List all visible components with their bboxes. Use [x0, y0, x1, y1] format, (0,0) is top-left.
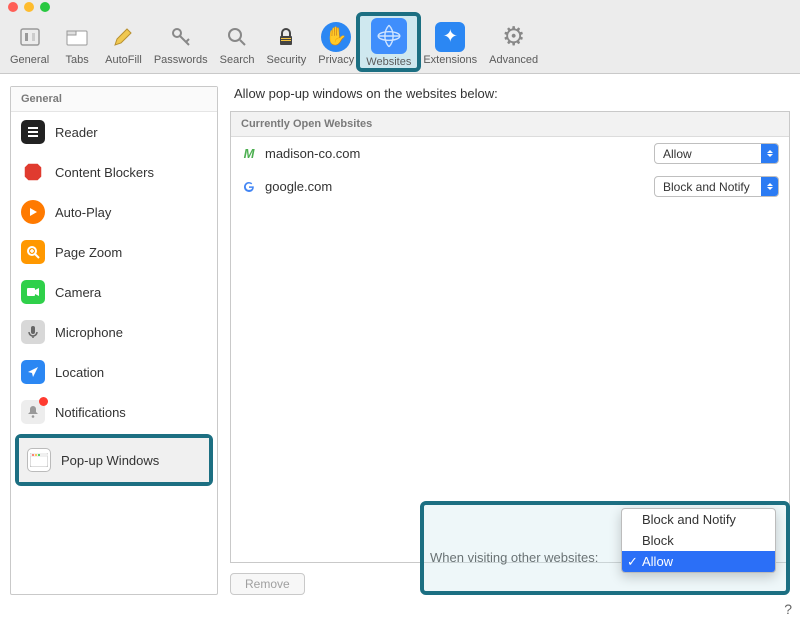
- globe-icon: [371, 18, 407, 54]
- select-stepper-icon: [761, 177, 778, 196]
- sidebar-item-label: Content Blockers: [55, 165, 154, 180]
- content-pane: Allow pop-up windows on the websites bel…: [230, 86, 790, 595]
- remove-button[interactable]: Remove: [230, 573, 305, 595]
- sidebar-item-label: Auto-Play: [55, 205, 111, 220]
- camera-icon: [21, 280, 45, 304]
- dropdown-option[interactable]: Block: [622, 530, 775, 551]
- sidebar-item-camera[interactable]: Camera: [11, 272, 217, 312]
- sidebar-item-page-zoom[interactable]: Page Zoom: [11, 232, 217, 272]
- zoom-window-button[interactable]: [40, 2, 50, 12]
- notification-badge: [39, 397, 48, 406]
- sidebar-item-label: Page Zoom: [55, 245, 122, 260]
- website-row[interactable]: M madison-co.com Allow: [231, 137, 789, 170]
- toolbar-advanced[interactable]: ⚙ Advanced: [483, 14, 544, 74]
- site-domain: google.com: [265, 179, 646, 194]
- sidebar-item-microphone[interactable]: Microphone: [11, 312, 217, 352]
- toolbar-label: AutoFill: [105, 54, 142, 66]
- tabs-icon: [62, 22, 92, 52]
- dropdown-option-selected[interactable]: Allow: [622, 551, 775, 572]
- toolbar-label: Advanced: [489, 54, 538, 66]
- sidebar: General Reader Content Blockers Auto-Pla…: [10, 86, 218, 595]
- sidebar-item-auto-play[interactable]: Auto-Play: [11, 192, 217, 232]
- toolbar-label: Search: [220, 54, 255, 66]
- hand-icon: ✋: [321, 22, 351, 52]
- toolbar-passwords[interactable]: Passwords: [148, 14, 214, 74]
- sidebar-item-content-blockers[interactable]: Content Blockers: [11, 152, 217, 192]
- toolbar-label: Security: [266, 54, 306, 66]
- toolbar-label: Tabs: [66, 54, 89, 66]
- other-websites-label: When visiting other websites:: [430, 550, 598, 565]
- switches-icon: [15, 22, 45, 52]
- play-icon: [21, 200, 45, 224]
- site-setting-select[interactable]: Allow: [654, 143, 779, 164]
- preferences-toolbar: General Tabs AutoFill Passwords Search S…: [0, 14, 800, 74]
- microphone-icon: [21, 320, 45, 344]
- other-websites-dropdown[interactable]: Block and Notify Block Allow: [621, 508, 776, 573]
- toolbar-label: Websites: [366, 56, 411, 68]
- dropdown-option[interactable]: Block and Notify: [622, 509, 775, 530]
- select-value: Block and Notify: [655, 180, 761, 194]
- site-setting-select[interactable]: Block and Notify: [654, 176, 779, 197]
- sidebar-popup-highlight: Pop-up Windows: [15, 434, 213, 486]
- main-area: General Reader Content Blockers Auto-Pla…: [0, 74, 800, 607]
- toolbar-security[interactable]: Security: [260, 14, 312, 74]
- zoom-icon: [21, 240, 45, 264]
- sidebar-item-location[interactable]: Location: [11, 352, 217, 392]
- sidebar-item-label: Reader: [55, 125, 98, 140]
- minimize-window-button[interactable]: [24, 2, 34, 12]
- toolbar-label: Extensions: [423, 54, 477, 66]
- sidebar-item-reader[interactable]: Reader: [11, 112, 217, 152]
- website-row[interactable]: google.com Block and Notify: [231, 170, 789, 203]
- sidebar-header: General: [11, 87, 217, 112]
- site-favicon-icon: M: [241, 146, 257, 162]
- window-icon: [27, 448, 51, 472]
- bell-icon: [21, 400, 45, 424]
- toolbar-privacy[interactable]: ✋ Privacy: [312, 14, 360, 74]
- sidebar-item-notifications[interactable]: Notifications: [11, 392, 217, 432]
- sidebar-item-label: Camera: [55, 285, 101, 300]
- website-list-header: Currently Open Websites: [231, 112, 789, 137]
- site-domain: madison-co.com: [265, 146, 646, 161]
- sidebar-item-label: Pop-up Windows: [61, 453, 159, 468]
- toolbar-general[interactable]: General: [4, 14, 55, 74]
- gear-icon: ⚙: [499, 22, 529, 52]
- toolbar-tabs[interactable]: Tabs: [55, 14, 99, 74]
- key-icon: [166, 22, 196, 52]
- help-button[interactable]: ?: [784, 601, 792, 617]
- toolbar-websites[interactable]: Websites: [356, 12, 421, 72]
- toolbar-extensions[interactable]: ✦ Extensions: [417, 14, 483, 74]
- stop-icon: [21, 160, 45, 184]
- sidebar-item-label: Microphone: [55, 325, 123, 340]
- magnifier-icon: [222, 22, 252, 52]
- toolbar-label: General: [10, 54, 49, 66]
- toolbar-label: Privacy: [318, 54, 354, 66]
- sidebar-item-label: Location: [55, 365, 104, 380]
- footer-row: Remove: [230, 573, 790, 595]
- content-title: Allow pop-up windows on the websites bel…: [230, 86, 790, 101]
- select-value: Allow: [655, 147, 761, 161]
- toolbar-label: Passwords: [154, 54, 208, 66]
- close-window-button[interactable]: [8, 2, 18, 12]
- compass-icon: ✦: [435, 22, 465, 52]
- sidebar-item-label: Notifications: [55, 405, 126, 420]
- toolbar-autofill[interactable]: AutoFill: [99, 14, 148, 74]
- pencil-icon: [108, 22, 138, 52]
- toolbar-search[interactable]: Search: [214, 14, 261, 74]
- select-stepper-icon: [761, 144, 778, 163]
- site-favicon-icon: [241, 179, 257, 195]
- sidebar-item-popup-windows[interactable]: Pop-up Windows: [19, 438, 209, 482]
- location-icon: [21, 360, 45, 384]
- lock-icon: [271, 22, 301, 52]
- reader-icon: [21, 120, 45, 144]
- website-list: Currently Open Websites M madison-co.com…: [230, 111, 790, 563]
